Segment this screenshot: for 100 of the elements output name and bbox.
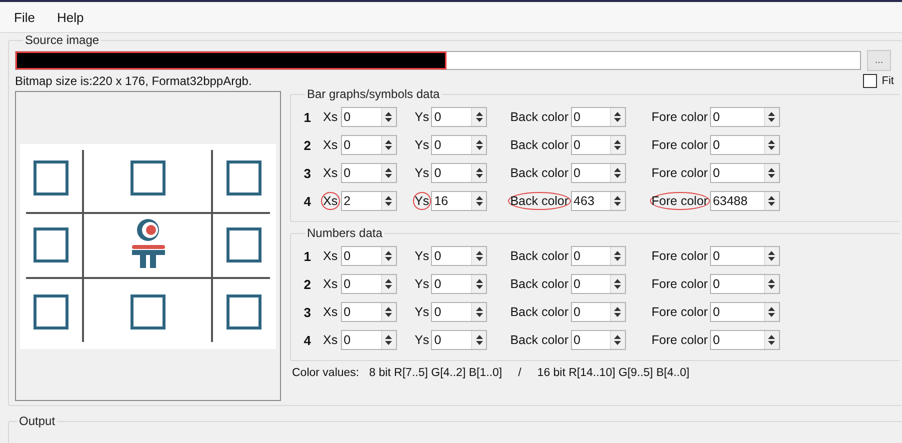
up-down-arrows-icon[interactable] — [474, 195, 484, 207]
xs-spinbox[interactable]: 0 — [340, 135, 397, 155]
up-down-arrows-icon[interactable] — [767, 195, 776, 207]
back-color-spinbox[interactable]: 0 — [570, 274, 626, 294]
xs-spinbox[interactable]: 0 — [340, 246, 397, 266]
ys-spinbox[interactable]: 0 — [431, 163, 488, 183]
up-down-arrows-icon[interactable] — [474, 167, 484, 179]
ys-label: Ys — [414, 276, 430, 293]
up-down-arrows-icon[interactable] — [474, 111, 484, 123]
menu-item[interactable]: Help — [50, 8, 90, 26]
up-down-arrows-icon[interactable] — [474, 306, 484, 318]
xs-label: Xs — [322, 137, 339, 154]
fit-checkbox[interactable] — [862, 74, 877, 88]
row-number: 3 — [302, 304, 311, 320]
back-color-label: Back color — [509, 332, 570, 349]
row-number: 4 — [302, 332, 311, 348]
row-number: 2 — [302, 138, 311, 152]
xs-label: Xs — [322, 332, 339, 349]
up-down-arrows-icon[interactable] — [474, 250, 484, 262]
xs-spinbox[interactable]: 0 — [340, 274, 397, 294]
fore-color-label: Fore color — [650, 137, 709, 154]
fore-color-spinbox[interactable]: 0 — [710, 163, 780, 183]
fit-label: Fit — [882, 75, 894, 87]
up-down-arrows-icon[interactable] — [384, 250, 394, 262]
ys-spinbox[interactable]: 0 — [431, 107, 488, 127]
fore-color-label: Fore color — [650, 165, 709, 182]
fore-color-spinbox[interactable]: 0 — [710, 246, 780, 266]
up-down-arrows-icon[interactable] — [767, 278, 776, 290]
up-down-arrows-icon[interactable] — [613, 167, 622, 179]
up-down-arrows-icon[interactable] — [613, 139, 622, 151]
ys-spinbox[interactable]: 0 — [431, 302, 488, 322]
xs-spinbox[interactable]: 0 — [340, 302, 397, 322]
ys-spinbox[interactable]: 0 — [431, 330, 488, 350]
up-down-arrows-icon[interactable] — [384, 139, 394, 151]
row-number: 2 — [302, 276, 311, 292]
browse-button[interactable]: ... — [867, 50, 891, 71]
bitmap-info: Bitmap size is:220 x 176, Format32bppArgb. — [15, 74, 252, 88]
fore-color-spinbox[interactable]: 0 — [710, 302, 780, 322]
fore-color-spinbox[interactable]: 0 — [710, 274, 780, 294]
fore-color-spinbox[interactable]: 0 — [710, 135, 780, 155]
ys-spinbox[interactable]: 16 — [431, 191, 488, 211]
up-down-arrows-icon[interactable] — [474, 334, 484, 346]
xs-spinbox[interactable]: 0 — [340, 330, 397, 350]
group-title: Output — [18, 414, 56, 428]
up-down-arrows-icon[interactable] — [613, 306, 622, 318]
xs-spinbox[interactable]: 2 — [340, 191, 397, 211]
back-color-spinbox[interactable]: 0 — [570, 135, 626, 155]
path-field[interactable] — [15, 51, 861, 70]
ys-spinbox[interactable]: 0 — [431, 135, 488, 155]
xs-label: Xs — [322, 165, 339, 182]
xs-spinbox[interactable]: 0 — [340, 107, 397, 127]
fore-color-label: Fore color — [650, 276, 709, 293]
xs-label: Xs — [322, 276, 339, 293]
back-color-spinbox[interactable]: 0 — [570, 163, 626, 183]
back-color-spinbox[interactable]: 0 — [570, 330, 626, 350]
xs-label: Xs — [322, 304, 339, 321]
fore-color-spinbox[interactable]: 0 — [710, 107, 780, 127]
group-title: Bar graphs/symbols data — [306, 87, 441, 101]
separator: / — [518, 367, 522, 379]
back-color-label: Back color — [509, 248, 570, 265]
up-down-arrows-icon[interactable] — [613, 334, 622, 346]
fore-color-label: Fore color — [650, 109, 709, 126]
up-down-arrows-icon[interactable] — [384, 278, 394, 290]
back-color-spinbox[interactable]: 0 — [570, 246, 626, 266]
up-down-arrows-icon[interactable] — [474, 278, 484, 290]
fore-color-spinbox[interactable]: 63488 — [710, 191, 780, 211]
ys-spinbox[interactable]: 0 — [431, 246, 488, 266]
ys-label: Ys — [414, 137, 430, 154]
row-number: 1 — [302, 110, 311, 124]
ys-label: Ys — [414, 109, 430, 126]
up-down-arrows-icon[interactable] — [767, 167, 776, 179]
xs-spinbox[interactable]: 0 — [340, 163, 397, 183]
up-down-arrows-icon[interactable] — [767, 334, 776, 346]
up-down-arrows-icon[interactable] — [767, 306, 776, 318]
fore-color-label: Fore color — [650, 304, 709, 321]
up-down-arrows-icon[interactable] — [613, 111, 622, 123]
up-down-arrows-icon[interactable] — [767, 139, 776, 151]
ys-spinbox[interactable]: 0 — [431, 274, 488, 294]
up-down-arrows-icon[interactable] — [613, 195, 622, 207]
up-down-arrows-icon[interactable] — [384, 111, 394, 123]
up-down-arrows-icon[interactable] — [767, 111, 776, 123]
color-values-16bit: 16 bit R[14..10] G[9..5] B[4..0] — [537, 367, 690, 379]
xs-label: Xs — [322, 109, 339, 126]
up-down-arrows-icon[interactable] — [384, 167, 394, 179]
back-color-spinbox[interactable]: 0 — [570, 107, 626, 127]
up-down-arrows-icon[interactable] — [767, 250, 776, 262]
xs-label: Xs — [322, 248, 339, 265]
fore-color-spinbox[interactable]: 0 — [710, 330, 780, 350]
up-down-arrows-icon[interactable] — [384, 306, 394, 318]
up-down-arrows-icon[interactable] — [384, 195, 394, 207]
up-down-arrows-icon[interactable] — [613, 250, 622, 262]
up-down-arrows-icon[interactable] — [613, 278, 622, 290]
up-down-arrows-icon[interactable] — [384, 334, 394, 346]
back-color-spinbox[interactable]: 0 — [570, 302, 626, 322]
back-color-label: Back color — [509, 109, 570, 126]
up-down-arrows-icon[interactable] — [474, 139, 484, 151]
menu-item[interactable]: File — [8, 8, 41, 26]
fore-color-label: Fore color — [650, 332, 709, 349]
row-number: 3 — [302, 166, 311, 180]
back-color-spinbox[interactable]: 463 — [570, 191, 626, 211]
